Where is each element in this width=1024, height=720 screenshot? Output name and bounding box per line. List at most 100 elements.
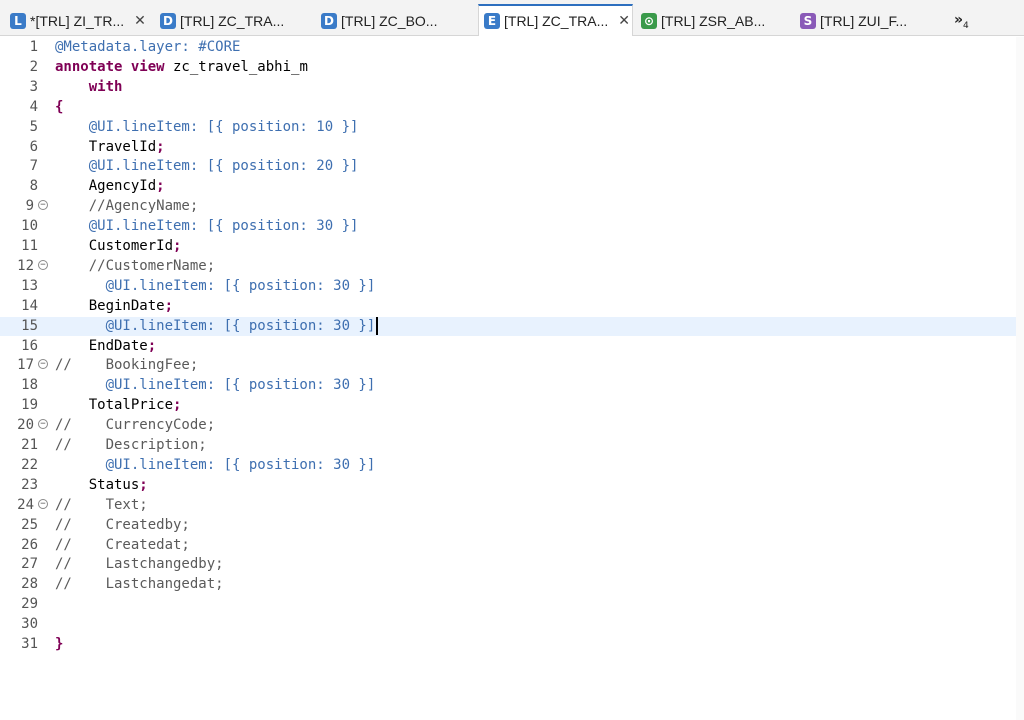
editor-tab-bar: »4 L *[TRL] ZI_TR... ✕ D [TRL] ZC_TRA... D [TR… xyxy=(0,0,1024,36)
tab-overflow-button[interactable]: »4 xyxy=(954,12,969,31)
code-line[interactable]: 30 xyxy=(0,615,1016,635)
line-number: 30 xyxy=(21,616,38,633)
line-number: 6 xyxy=(29,138,38,155)
code-line[interactable]: 3 with xyxy=(0,78,1016,98)
code-token: @UI.lineItem: [{ position: 30 }] xyxy=(55,277,376,294)
code-line[interactable]: 26 // Createdat; xyxy=(0,536,1016,556)
line-number: 28 xyxy=(21,576,38,593)
editor-tab[interactable]: ⊙ [TRL] ZSR_AB... xyxy=(641,6,797,36)
editor-tab[interactable]: E [TRL] ZC_TRA... ✕ xyxy=(478,4,633,36)
code-line[interactable]: 24−// Text; xyxy=(0,496,1016,516)
code-token: Status xyxy=(55,476,140,493)
code-line[interactable]: 1 @Metadata.layer: #CORE xyxy=(0,38,1016,58)
code-line[interactable]: 11 CustomerId; xyxy=(0,237,1016,257)
line-number: 15 xyxy=(21,317,38,334)
line-number: 25 xyxy=(21,516,38,533)
code-line[interactable]: 18 @UI.lineItem: [{ position: 30 }] xyxy=(0,376,1016,396)
code-line[interactable]: 21 // Description; xyxy=(0,436,1016,456)
line-number: 8 xyxy=(29,178,38,195)
code-line[interactable]: 9− //AgencyName; xyxy=(0,197,1016,217)
code-line[interactable]: 25 // Createdby; xyxy=(0,516,1016,536)
code-line[interactable]: 5 @UI.lineItem: [{ position: 10 }] xyxy=(0,118,1016,138)
code-line[interactable]: 23 Status; xyxy=(0,476,1016,496)
code-text: TravelId; xyxy=(55,138,165,158)
code-line[interactable]: 15 @UI.lineItem: [{ position: 30 }] xyxy=(0,316,1016,337)
code-line[interactable]: 22 @UI.lineItem: [{ position: 30 }] xyxy=(0,456,1016,476)
code-text: with xyxy=(55,78,123,98)
code-line[interactable]: 27 // Lastchangedby; xyxy=(0,555,1016,575)
line-number: 17 xyxy=(17,357,34,374)
code-line[interactable]: 29 xyxy=(0,595,1016,615)
line-number: 2 xyxy=(29,58,38,75)
code-text: // Text; xyxy=(55,496,148,516)
text-cursor xyxy=(376,316,379,335)
editor-tab[interactable]: L *[TRL] ZI_TR... ✕ xyxy=(10,6,158,36)
line-number: 26 xyxy=(21,536,38,553)
code-token: @UI.lineItem: [{ position: 30 }] xyxy=(55,377,376,394)
collapse-fold-icon[interactable]: − xyxy=(38,259,48,270)
code-text: @UI.lineItem: [{ position: 30 }] xyxy=(55,316,379,337)
code-text: } xyxy=(55,635,63,655)
code-token: // Createdat; xyxy=(55,536,190,553)
code-text: Status; xyxy=(55,476,148,496)
code-token: EndDate xyxy=(55,337,148,354)
tab-label: [TRL] ZSR_AB... xyxy=(661,13,766,29)
line-number: 11 xyxy=(21,238,38,254)
code-line[interactable]: 4{ xyxy=(0,98,1016,118)
code-line[interactable]: 28 // Lastchangedat; xyxy=(0,575,1016,595)
tab-label: [TRL] ZUI_F... xyxy=(820,13,908,29)
code-line[interactable]: 31} xyxy=(0,635,1016,655)
code-text: annotate view zc_travel_abhi_m xyxy=(55,58,308,78)
code-line[interactable]: 10 @UI.lineItem: [{ position: 30 }] xyxy=(0,217,1016,237)
line-number: 23 xyxy=(21,476,38,493)
code-text: // Lastchangedby; xyxy=(55,555,224,575)
editor-tab[interactable]: D [TRL] ZC_BO... xyxy=(321,6,477,36)
line-number: 19 xyxy=(21,397,38,414)
code-token: @UI.lineItem: [{ position: 30 }] xyxy=(55,456,376,473)
code-token: @UI.lineItem: [{ position: 10 }] xyxy=(55,118,359,135)
code-line[interactable]: 20−// CurrencyCode; xyxy=(0,416,1016,436)
code-line[interactable]: 19 TotalPrice; xyxy=(0,396,1016,416)
code-line[interactable]: 17−// BookingFee; xyxy=(0,356,1016,376)
tab-label: *[TRL] ZI_TR... xyxy=(30,13,125,29)
code-token: @Metadata.layer: #CORE xyxy=(55,39,241,55)
collapse-fold-icon[interactable]: − xyxy=(38,498,48,509)
data-definition-icon: D xyxy=(160,13,176,29)
code-line[interactable]: 8 AgencyId; xyxy=(0,177,1016,197)
code-line[interactable]: 13 @UI.lineItem: [{ position: 30 }] xyxy=(0,277,1016,297)
code-token: with xyxy=(88,78,123,95)
code-line[interactable]: 6 TravelId; xyxy=(0,138,1016,158)
code-line[interactable]: 14 BeginDate; xyxy=(0,297,1016,317)
line-number: 13 xyxy=(21,277,38,294)
code-line[interactable]: 16 EndDate; xyxy=(0,337,1016,357)
collapse-fold-icon[interactable]: − xyxy=(38,200,48,211)
line-number: 22 xyxy=(21,456,38,473)
code-editor[interactable]: 1 @Metadata.layer: #CORE 2 annotate view zc… xyxy=(0,37,1024,720)
code-token: // Text; xyxy=(55,496,148,513)
line-number: 20 xyxy=(17,417,34,434)
code-text: @UI.lineItem: [{ position: 30 }] xyxy=(55,277,376,297)
code-line[interactable]: 2 annotate view zc_travel_abhi_m xyxy=(0,58,1016,78)
line-number: 3 xyxy=(29,78,38,95)
code-line[interactable]: 7 @UI.lineItem: [{ position: 20 }] xyxy=(0,157,1016,177)
code-token: //CustomerName; xyxy=(55,257,216,274)
editor-tab[interactable]: D [TRL] ZC_TRA... xyxy=(160,6,318,36)
code-text: BeginDate; xyxy=(55,297,173,317)
overflow-count: 4 xyxy=(963,20,969,31)
code-text: EndDate; xyxy=(55,337,156,357)
vertical-scrollbar[interactable] xyxy=(1016,37,1024,720)
code-text: // Createdat; xyxy=(55,536,190,556)
close-icon[interactable]: ✕ xyxy=(134,13,146,29)
code-text: CustomerId; xyxy=(55,237,182,257)
code-token: // Createdby; xyxy=(55,516,190,533)
collapse-fold-icon[interactable]: − xyxy=(38,419,48,430)
code-token: TotalPrice xyxy=(55,397,174,414)
code-token: annotate view xyxy=(55,58,165,75)
editor-tab[interactable]: S [TRL] ZUI_F... xyxy=(800,6,950,36)
code-token: @UI.lineItem: [{ position: 30 }] xyxy=(55,317,376,334)
close-icon[interactable]: ✕ xyxy=(618,13,630,29)
collapse-fold-icon[interactable]: − xyxy=(38,359,48,370)
code-text: @UI.lineItem: [{ position: 30 }] xyxy=(55,376,376,396)
code-line[interactable]: 12− //CustomerName; xyxy=(0,257,1016,277)
